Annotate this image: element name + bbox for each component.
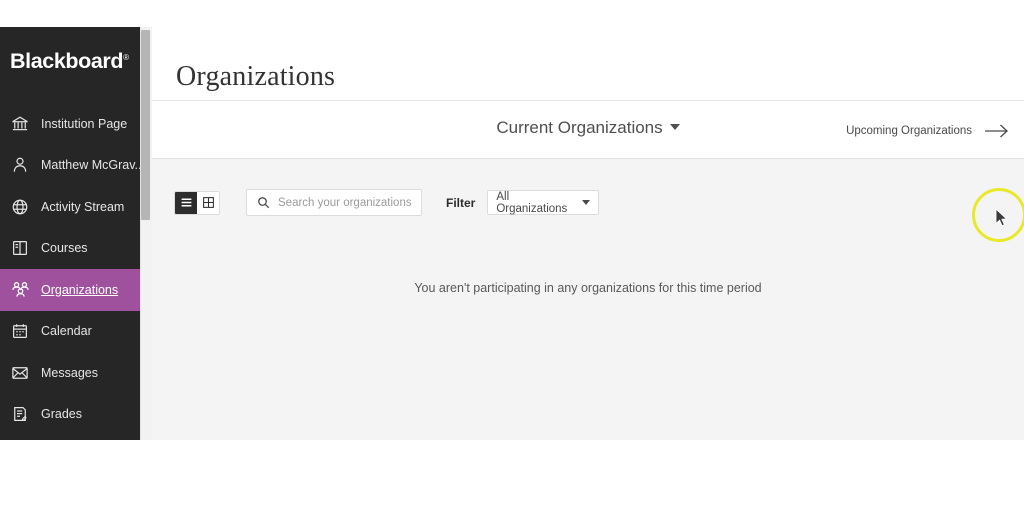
chevron-down-icon bbox=[669, 124, 680, 130]
sidebar-item-label: Messages bbox=[41, 365, 98, 380]
sidebar-item-organizations[interactable]: Organizations bbox=[0, 269, 140, 311]
filter-dropdown[interactable]: All Organizations bbox=[487, 190, 600, 215]
filter-label: Filter bbox=[446, 195, 476, 210]
main-content: Organizations Current Organizations Upco… bbox=[152, 27, 1024, 440]
institution-icon bbox=[9, 113, 31, 135]
sidebar-item-calendar[interactable]: Calendar bbox=[0, 311, 140, 353]
sidebar-item-label: Matthew McGrav... bbox=[41, 158, 140, 172]
person-icon bbox=[9, 154, 31, 176]
sidebar-item-grades[interactable]: Grades bbox=[0, 394, 140, 436]
mouse-cursor bbox=[995, 207, 1009, 233]
grid-view-button[interactable] bbox=[197, 191, 219, 214]
empty-state-message: You aren't participating in any organiza… bbox=[414, 281, 762, 295]
sidebar-item-label: Organizations bbox=[41, 282, 119, 297]
globe-icon bbox=[9, 196, 31, 218]
grades-icon bbox=[9, 403, 31, 425]
calendar-icon bbox=[9, 320, 31, 342]
page-title: Organizations bbox=[176, 61, 336, 92]
trademark-symbol: ® bbox=[123, 52, 129, 62]
sidebar-nav-list: Institution Page Matthew McGrav... Activ… bbox=[0, 103, 140, 435]
sidebar-item-messages[interactable]: Messages bbox=[0, 352, 140, 394]
sidebar-item-profile[interactable]: Matthew McGrav... bbox=[0, 145, 140, 187]
arrow-right-icon bbox=[984, 123, 1010, 139]
search-icon bbox=[257, 196, 270, 209]
filter-selected-value: All Organizations bbox=[496, 190, 568, 215]
bottom-white-strip bbox=[0, 440, 1024, 512]
list-view-button[interactable] bbox=[175, 191, 197, 214]
sidebar-item-label: Activity Stream bbox=[41, 199, 125, 214]
current-organizations-label: Current Organizations bbox=[496, 118, 663, 137]
sidebar-item-activity-stream[interactable]: Activity Stream bbox=[0, 186, 140, 228]
envelope-icon bbox=[9, 362, 31, 384]
search-field[interactable] bbox=[246, 189, 422, 216]
upcoming-organizations-label: Upcoming Organizations bbox=[846, 125, 972, 137]
view-toggle-group bbox=[174, 190, 220, 215]
sidebar-item-label: Courses bbox=[41, 241, 88, 255]
top-white-strip bbox=[0, 0, 1024, 27]
sidebar-item-courses[interactable]: Courses bbox=[0, 228, 140, 270]
sidebar-item-label: Institution Page bbox=[41, 116, 128, 131]
chevron-down-icon bbox=[582, 200, 591, 205]
blackboard-logo: Blackboard® bbox=[10, 49, 129, 74]
brand-name: Blackboard bbox=[10, 49, 124, 73]
sidebar-item-institution-page[interactable]: Institution Page bbox=[0, 103, 140, 145]
term-switcher-bar: Current Organizations Upcoming Organizat… bbox=[152, 101, 1024, 158]
sidebar-item-label: Calendar bbox=[41, 324, 92, 338]
organizations-body: Filter All Organizations You aren't part… bbox=[152, 159, 1024, 440]
book-icon bbox=[9, 237, 31, 259]
search-input[interactable] bbox=[276, 195, 420, 210]
sidebar-item-label: Grades bbox=[41, 407, 82, 421]
organizations-toolbar: Filter All Organizations bbox=[174, 189, 600, 216]
sidebar: Blackboard® Institution Page Matthew McG… bbox=[0, 27, 140, 440]
screen: Blackboard® Institution Page Matthew McG… bbox=[0, 0, 1024, 512]
sidebar-scrollbar-thumb[interactable] bbox=[141, 30, 150, 220]
upcoming-organizations-link[interactable]: Upcoming Organizations bbox=[846, 123, 1010, 139]
people-group-icon bbox=[9, 279, 31, 301]
